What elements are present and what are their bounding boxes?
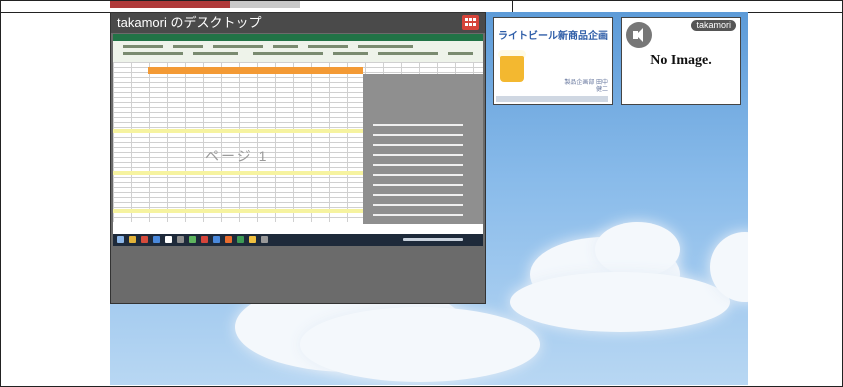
outer-frame <box>0 0 843 387</box>
